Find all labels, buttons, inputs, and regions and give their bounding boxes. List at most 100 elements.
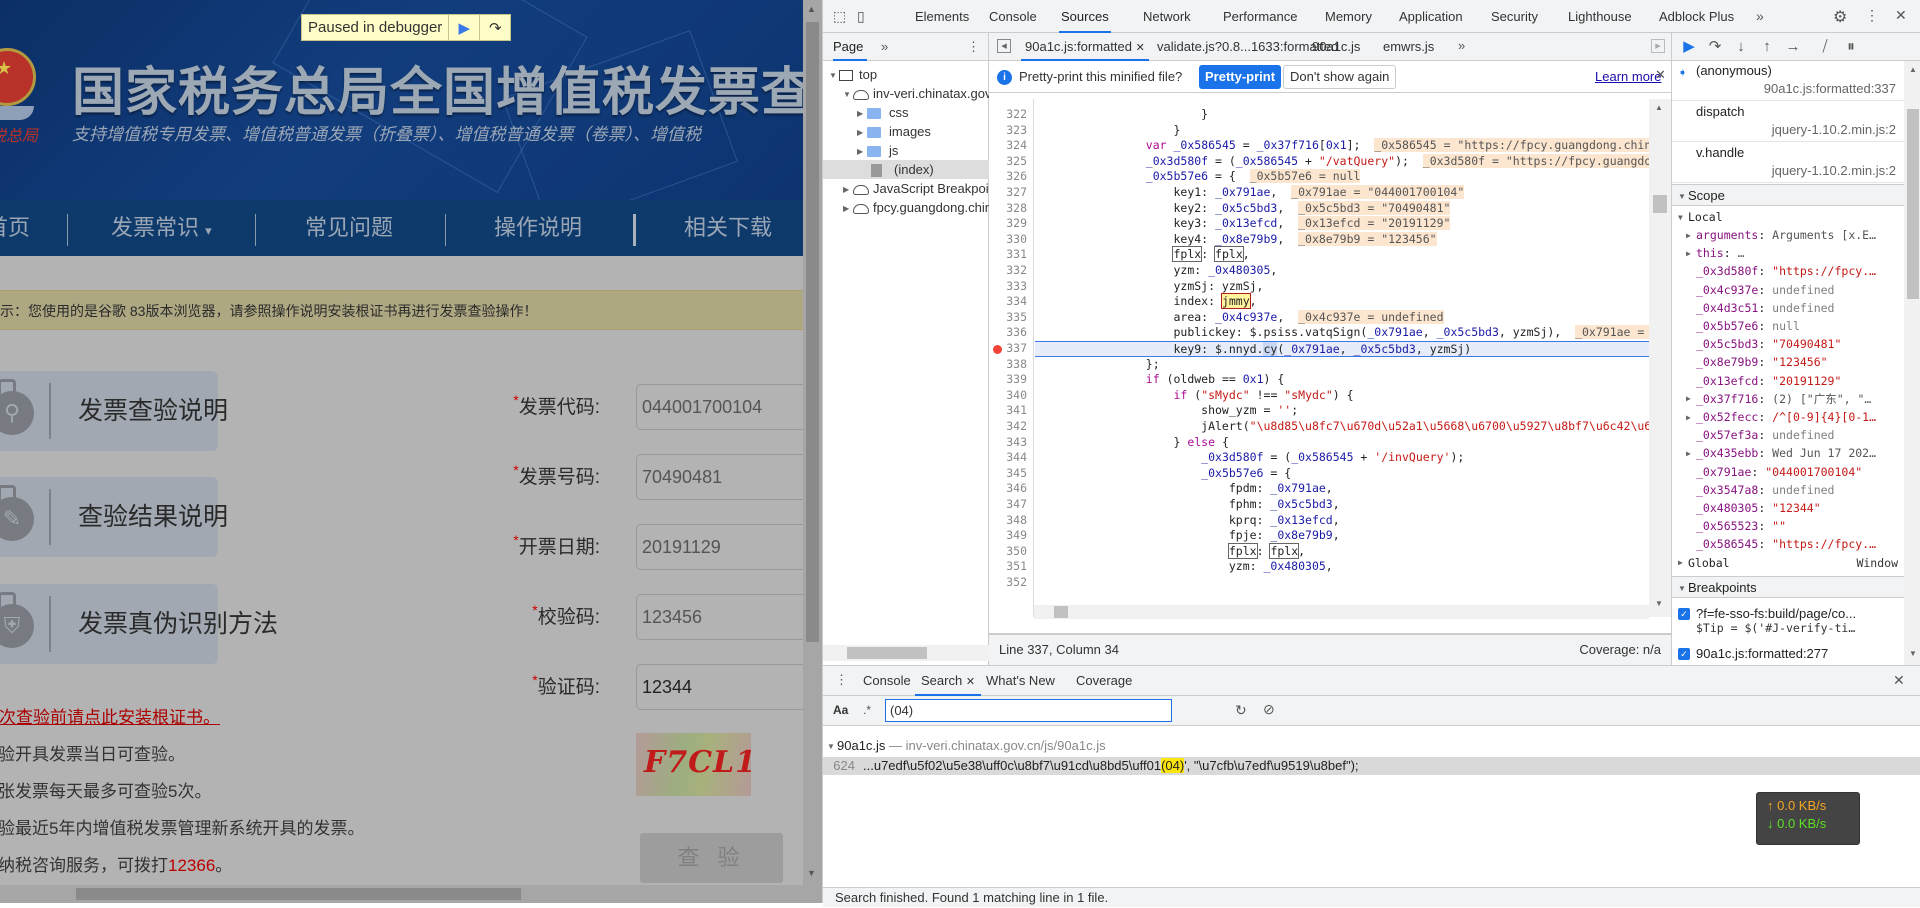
breakpoint-checkbox[interactable]: ✓ (1678, 648, 1690, 661)
code-line[interactable]: key1: _0x791ae, _0x791ae = "044001700104… (1035, 185, 1465, 201)
pause-on-exceptions-icon[interactable]: ⏸ (1840, 37, 1862, 57)
more-editor-tabs-icon[interactable]: » (1458, 38, 1465, 53)
scope-variable[interactable]: _0x791ae: "044001700104" (1672, 463, 1904, 481)
drawer-tab-whats-new[interactable]: What's New (986, 666, 1055, 696)
line-number[interactable]: 338 (1006, 357, 1027, 371)
code-line[interactable]: fpdm: _0x791ae, (1035, 481, 1333, 497)
line-number[interactable]: 346 (1006, 481, 1027, 495)
resume-icon[interactable]: ▶ (448, 15, 479, 40)
drawer-tab-console[interactable]: Console (863, 666, 911, 696)
line-number[interactable]: 334 (1006, 294, 1027, 308)
code-line[interactable]: yzm: _0x480305, (1035, 559, 1333, 575)
navigator-hscrollbar[interactable] (823, 645, 989, 661)
scope-variable[interactable]: ▶ _0x52fecc: /^[0-9]{4}[0-1… (1672, 408, 1904, 426)
more-navigator-tabs-icon[interactable]: » (881, 39, 888, 54)
code-line[interactable]: var _0x586545 = _0x37f716[0x1]; _0x58654… (1035, 138, 1649, 154)
verify-button[interactable]: 查 验 (640, 833, 783, 883)
tab-application[interactable]: Application (1399, 0, 1463, 33)
tree-file-index[interactable]: (index) (823, 160, 989, 179)
nav-invoice-knowledge[interactable]: 发票常识 ▾ (111, 200, 212, 256)
tree-folder-js[interactable]: ▶ js (823, 141, 989, 160)
nav-home[interactable]: 首页 (0, 200, 30, 256)
line-number[interactable]: 335 (1006, 310, 1027, 324)
nav-instructions[interactable]: 操作说明 (494, 200, 582, 256)
close-tab-icon[interactable]: ✕ (966, 676, 975, 688)
code-line[interactable]: _0x3d580f = (_0x586545 + '/invQuery'); (1035, 450, 1464, 466)
page-vertical-scrollbar[interactable]: ▲ ▼ (803, 0, 822, 885)
scope-variable[interactable]: ▶ _0x435ebb: Wed Jun 17 202… (1672, 444, 1904, 462)
code-line[interactable]: key2: _0x5c5bd3, _0x5c5bd3 = "70490481" (1035, 200, 1451, 217)
search-input[interactable]: (04) (885, 699, 1172, 722)
tab-adblock-plus[interactable]: Adblock Plus (1659, 0, 1734, 33)
scope-variable[interactable]: _0x480305: "12344" (1672, 499, 1904, 517)
scope-section-header[interactable]: ▼ Scope (1672, 184, 1904, 206)
navigator-menu-icon[interactable]: ⋮ (967, 39, 980, 55)
code-line[interactable]: yzm: _0x480305, (1035, 263, 1277, 279)
captcha-input[interactable]: 12344 (636, 664, 803, 710)
tree-folder-images[interactable]: ▶ images (823, 122, 989, 141)
tree-domain-inv-veri[interactable]: ▼inv-veri.chinatax.gov.cn (823, 84, 989, 103)
line-number[interactable]: 329 (1006, 216, 1027, 230)
check-code-input[interactable]: 123456 (636, 594, 803, 640)
line-number[interactable]: 324 (1006, 138, 1027, 152)
line-number[interactable]: 326 (1006, 169, 1027, 183)
step-icon[interactable]: → (1782, 37, 1804, 57)
tab-performance[interactable]: Performance (1223, 0, 1297, 33)
line-number[interactable]: 343 (1006, 435, 1027, 449)
more-options-icon[interactable]: ⋮ (1865, 7, 1879, 24)
invoice-code-input[interactable]: 044001700104 (636, 384, 803, 430)
code-line[interactable]: fplx: fplx, (1035, 246, 1250, 263)
line-number[interactable]: 352 (1006, 575, 1027, 589)
scope-variable[interactable]: _0x5b57e6: null (1672, 317, 1904, 335)
invoice-date-input[interactable]: 20191129 (636, 524, 803, 570)
code-line[interactable]: area: _0x4c937e, _0x4c937e = undefined (1035, 309, 1444, 326)
tree-folder-css[interactable]: ▶ css (823, 103, 989, 122)
line-number[interactable]: 327 (1006, 185, 1027, 199)
card-authenticity-methods[interactable]: ⛨ 发票真伪识别方法 (0, 584, 278, 664)
scope-variable[interactable]: _0x3d580f: "https://fpcy.… (1672, 262, 1904, 280)
line-number[interactable]: 339 (1006, 372, 1027, 386)
step-over-icon[interactable]: ↷ (1704, 37, 1726, 57)
scope-variable[interactable]: _0x13efcd: "20191129" (1672, 372, 1904, 390)
line-number[interactable]: 347 (1006, 497, 1027, 511)
line-number[interactable]: 351 (1006, 559, 1027, 573)
toggle-debugger-icon[interactable]: ▸ (1651, 39, 1665, 53)
tab-console[interactable]: Console (989, 0, 1037, 33)
editor-tab-90a1c-formatted[interactable]: 90a1c.js:formatted ✕ (1021, 33, 1149, 61)
line-number[interactable]: 348 (1006, 513, 1027, 527)
code-line[interactable]: fplx: fplx, (1035, 542, 1305, 560)
code-vertical-scrollbar[interactable]: ▲ ▼ (1649, 99, 1671, 617)
code-line[interactable]: jAlert("\u8d85\u8fc7\u670d\u52a1\u5668\u… (1035, 419, 1649, 435)
tree-js-breakpoints[interactable]: ▶JavaScript Breakpoints (823, 179, 989, 198)
step-out-icon[interactable]: ↑ (1756, 37, 1778, 57)
toggle-navigator-icon[interactable]: ◂ (997, 39, 1011, 53)
scope-variable[interactable]: ▶ arguments: Arguments [x.E… (1672, 226, 1904, 244)
editor-tab-90a1c[interactable]: 90a1c.js (1312, 33, 1360, 61)
scope-variable[interactable]: _0x3547a8: undefined (1672, 481, 1904, 499)
invoice-number-input[interactable]: 70490481 (636, 454, 803, 500)
tree-domain-fpcy[interactable]: ▶fpcy.guangdong.chinatax.gov.cn (823, 198, 989, 217)
tree-top-frame[interactable]: ▼ top (823, 65, 989, 84)
line-number[interactable]: 341 (1006, 403, 1027, 417)
breakpoints-section-header[interactable]: ▼ Breakpoints (1672, 575, 1904, 598)
scope-variable[interactable]: _0x4c937e: undefined (1672, 281, 1904, 299)
code-line[interactable]: }; (1035, 357, 1160, 373)
learn-more-link[interactable]: Learn more (1595, 69, 1661, 84)
line-number[interactable]: 340 (1006, 388, 1027, 402)
code-line[interactable]: } (1035, 123, 1180, 139)
code-line[interactable]: _0x5b57e6 = { (1035, 466, 1291, 482)
install-cert-link[interactable]: 首次查验前请点此安装根证书。 (0, 703, 220, 728)
close-devtools-icon[interactable]: ✕ (1895, 7, 1907, 24)
breakpoint-item[interactable]: ✓ 90a1c.js:formatted:277 (1672, 646, 1904, 661)
card-result-explanation[interactable]: ✎ 查验结果说明 (0, 477, 228, 557)
search-result-file[interactable]: ▼ 90a1c.js — inv-veri.chinatax.gov.cn/js/… (827, 738, 1106, 753)
drawer-tab-search[interactable]: Search ✕ (915, 666, 982, 696)
code-line[interactable]: fpje: _0x8e79b9, (1035, 528, 1340, 544)
page-horizontal-scrollbar[interactable] (0, 885, 822, 903)
scope-variable[interactable]: _0x586545: "https://fpcy.… (1672, 535, 1904, 553)
code-line[interactable]: fphm: _0x5c5bd3, (1035, 497, 1340, 513)
line-number[interactable]: 330 (1006, 232, 1027, 246)
code-line[interactable]: } (1035, 107, 1208, 123)
scope-variable[interactable]: _0x565523: "" (1672, 517, 1904, 535)
tab-network[interactable]: Network (1143, 0, 1191, 33)
